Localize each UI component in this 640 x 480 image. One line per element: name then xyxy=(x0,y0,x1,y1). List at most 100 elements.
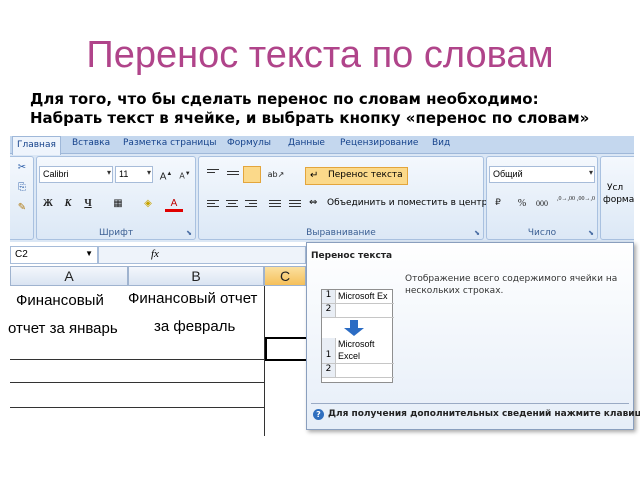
styles-group: Усл форма xyxy=(600,156,634,240)
help-icon: ? xyxy=(313,409,324,420)
font-name-select[interactable]: Calibri ▾ xyxy=(39,166,113,183)
merge-center-button[interactable]: ⇔ Объединить и поместить в центре ▾ xyxy=(305,195,502,213)
tab-page-layout[interactable]: Разметка страницы xyxy=(123,138,217,148)
cell-a1-line2: отчет за январь xyxy=(8,320,118,337)
number-format-select[interactable]: Общий ▾ xyxy=(489,166,595,183)
name-box[interactable]: C2 ▼ xyxy=(10,246,98,264)
chevron-down-icon: ▾ xyxy=(588,168,593,177)
sample-row: 1 Microsoft Excel xyxy=(322,338,394,364)
selected-cell-c2[interactable] xyxy=(265,337,306,361)
spreadsheet-grid: A B C Финансовый отчет за январь Финансо… xyxy=(8,266,306,436)
borders-icon[interactable]: ▦ xyxy=(109,195,127,212)
formula-bar[interactable]: fx xyxy=(98,246,306,264)
sample-row-number: 1 xyxy=(322,338,336,363)
font-color-button[interactable]: A xyxy=(165,195,183,212)
tooltip-sample-image: 1 Microsoft Ex 2 1 Microsoft Excel 2 xyxy=(321,289,394,383)
grid-line xyxy=(264,286,265,436)
orientation-icon[interactable]: ab↗ xyxy=(267,166,285,183)
sample-row: 1 Microsoft Ex xyxy=(322,290,394,304)
increase-decimal-button[interactable]: ,0→,00 xyxy=(557,195,575,212)
dialog-launcher-icon[interactable]: ⬊ xyxy=(588,229,594,237)
bold-button[interactable]: Ж xyxy=(39,195,57,212)
ribbon-tabs: Главная Вставка Разметка страницы Формул… xyxy=(10,136,634,155)
cell-a1-line1: Финансовый xyxy=(16,292,104,309)
alignment-group-label: Выравнивание xyxy=(306,228,376,238)
tooltip-help-text: Для получения дополнительных сведений на… xyxy=(328,409,640,419)
fill-color-icon[interactable]: ◈ xyxy=(139,195,157,212)
decrease-indent-icon[interactable] xyxy=(269,200,281,210)
merge-center-label: Объединить и поместить в центре xyxy=(327,198,493,208)
format-painter-icon[interactable]: ✎ xyxy=(13,199,31,216)
tab-formulas[interactable]: Формулы xyxy=(227,138,271,148)
column-header-c[interactable]: C xyxy=(264,266,306,286)
copy-icon[interactable]: ⎘ xyxy=(13,179,31,196)
sample-row-number: 2 xyxy=(322,364,336,377)
tab-insert[interactable]: Вставка xyxy=(72,138,110,148)
percent-button[interactable]: % xyxy=(513,195,531,212)
tooltip-separator xyxy=(311,403,629,404)
tooltip-description: Отображение всего содержимого ячейки на … xyxy=(405,274,618,296)
tooltip-help: ? Для получения дополнительных сведений н… xyxy=(313,409,640,420)
align-bottom-icon[interactable] xyxy=(243,166,261,183)
font-name-value: Calibri xyxy=(43,169,69,179)
dialog-launcher-icon[interactable]: ⬊ xyxy=(474,229,480,237)
number-format-value: Общий xyxy=(493,169,523,179)
grid-line xyxy=(10,382,264,383)
font-group: Calibri ▾ 11 ▾ A▲ A▼ Ж К Ч ▦ ◈ A Шрифт ⬊ xyxy=(36,156,196,240)
shrink-font-button[interactable]: A▼ xyxy=(176,166,194,183)
cell-b1-line2: за февраль xyxy=(154,318,236,335)
font-group-label: Шрифт xyxy=(98,228,134,238)
align-left-icon[interactable] xyxy=(207,200,219,210)
tab-home[interactable]: Главная xyxy=(12,136,61,155)
currency-icon[interactable]: ₽ xyxy=(489,195,507,212)
number-group-label: Число xyxy=(527,228,557,238)
tab-view[interactable]: Вид xyxy=(432,138,450,148)
wrap-text-tooltip: Перенос текста Отображение всего содержи… xyxy=(306,242,640,430)
increase-indent-icon[interactable] xyxy=(289,200,301,210)
sample-text-wrapped-line1: Microsoft xyxy=(338,339,375,349)
font-size-select[interactable]: 11 ▾ xyxy=(115,166,153,183)
underline-button[interactable]: Ч xyxy=(79,195,97,212)
cell-b1-line1: Финансовый отчет xyxy=(128,290,258,307)
dialog-launcher-icon[interactable]: ⬊ xyxy=(186,229,192,237)
column-header-a[interactable]: A xyxy=(10,266,128,286)
ribbon: Главная Вставка Разметка страницы Формул… xyxy=(10,136,634,242)
italic-button[interactable]: К xyxy=(59,195,77,212)
sample-text-wrapped-line2: Excel xyxy=(338,351,361,361)
slide-title: Перенос текста по словам xyxy=(86,34,554,76)
wrap-text-button[interactable]: ↵ Перенос текста xyxy=(305,167,408,185)
conditional-format-label-2[interactable]: форма xyxy=(603,195,634,205)
grid-line xyxy=(10,359,264,360)
fx-icon[interactable]: fx xyxy=(151,248,159,260)
sample-row: 2 xyxy=(322,364,394,378)
slide-body-text: Для того, что бы сделать перенос по слов… xyxy=(30,90,590,127)
align-center-icon[interactable] xyxy=(226,200,238,210)
thousands-button[interactable]: 000 xyxy=(533,195,551,212)
tab-data[interactable]: Данные xyxy=(288,138,325,148)
sample-row-number: 2 xyxy=(322,304,336,317)
chevron-down-icon: ▾ xyxy=(106,168,111,177)
grow-font-button[interactable]: A▲ xyxy=(157,166,175,183)
sample-text-unwrapped: Microsoft Ex xyxy=(338,291,388,301)
cut-icon[interactable]: ✂ xyxy=(13,159,31,176)
down-arrow-icon xyxy=(344,320,364,336)
clipboard-group: ✂ ⎘ ✎ xyxy=(10,156,34,240)
tab-review[interactable]: Рецензирование xyxy=(340,138,418,148)
align-right-icon[interactable] xyxy=(245,200,257,210)
align-top-icon[interactable] xyxy=(207,169,219,179)
cell-reference: C2 xyxy=(15,249,28,260)
sample-row: 2 xyxy=(322,304,394,318)
chevron-down-icon: ▼ xyxy=(85,249,93,258)
tooltip-title: Перенос текста xyxy=(311,251,393,261)
grid-line xyxy=(10,407,264,408)
font-size-value: 11 xyxy=(119,169,129,179)
wrap-text-label: Перенос текста xyxy=(328,170,403,180)
wrap-text-icon: ↵ xyxy=(310,170,319,181)
alignment-group: ab↗ ↵ Перенос текста ⇔ Объединить и поме… xyxy=(198,156,502,240)
sample-row-number: 1 xyxy=(322,290,336,303)
chevron-down-icon: ▾ xyxy=(146,168,151,177)
conditional-format-label-1[interactable]: Усл xyxy=(607,183,623,193)
decrease-decimal-button[interactable]: ,00→,0 xyxy=(577,195,595,212)
align-middle-icon[interactable] xyxy=(227,171,239,181)
column-header-b[interactable]: B xyxy=(128,266,264,286)
